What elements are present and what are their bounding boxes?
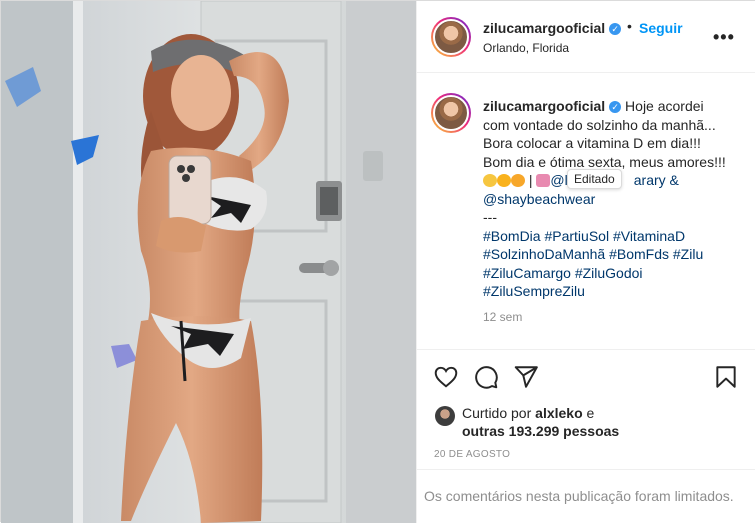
verified-badge-icon: ✓	[609, 101, 622, 113]
liked-by-text: Curtido por alxleko e	[462, 405, 595, 421]
hashtag-line[interactable]: #ZiluCamargo #ZiluGodoi	[483, 264, 745, 283]
post-dialog: zilucamargooficial ✓ • Seguir Orlando, Fl…	[0, 0, 755, 523]
avatar[interactable]	[431, 17, 471, 57]
comments-limited-banner: Os comentários nesta publicação foram li…	[417, 469, 755, 523]
caption-avatar[interactable]	[431, 93, 471, 133]
post-photo[interactable]	[1, 1, 416, 523]
hashtag-line[interactable]: #BomDia #PartiuSol #VitaminaD	[483, 227, 745, 246]
likes-section: Curtido por alxleko e outras 193.299 pes…	[417, 401, 755, 447]
heart-icon[interactable]	[433, 364, 459, 390]
caption-username[interactable]: zilucamargooficial	[483, 98, 605, 114]
username-link[interactable]: zilucamargooficial ✓	[483, 20, 622, 36]
post-date[interactable]: 20 DE AGOSTO	[434, 449, 510, 460]
caption-text: zilucamargooficial ✓ Hoje acordei com von…	[483, 97, 745, 301]
hashtag-line[interactable]: #SolzinhoDaManhã #BomFds #Zilu	[483, 245, 745, 264]
more-options-icon[interactable]: •••	[713, 27, 735, 48]
caption-line: com vontade do solzinho da manhã...	[483, 116, 716, 133]
share-icon[interactable]	[513, 364, 539, 390]
post-header: zilucamargooficial ✓ • Seguir Orlando, Fl…	[417, 1, 755, 73]
mention-link[interactable]: @l	[550, 172, 567, 188]
post-sidebar: zilucamargooficial ✓ • Seguir Orlando, Fl…	[416, 1, 755, 523]
comment-icon[interactable]	[473, 364, 499, 390]
caption-timestamp[interactable]: 12 sem	[483, 310, 522, 324]
bikini-emoji-icon	[536, 174, 551, 187]
action-bar	[417, 349, 755, 403]
follow-button[interactable]: Seguir	[639, 20, 683, 36]
mention-link[interactable]: @shaybeachwear	[483, 190, 745, 209]
mention-link-tail[interactable]: arary &	[634, 172, 679, 188]
verified-badge-icon: ✓	[609, 23, 622, 35]
caption-line: Bom dia e ótima sexta, meus amores!!!	[483, 153, 726, 170]
liker-username[interactable]: alxleko	[535, 405, 582, 421]
sun-emoji-icon	[483, 174, 497, 187]
comments-limited-text: Os comentários nesta publicação foram li…	[424, 488, 734, 504]
caption: zilucamargooficial ✓ Hoje acordei com von…	[417, 73, 755, 349]
kiss-emoji-icon	[511, 174, 525, 187]
liker-avatar[interactable]	[435, 406, 455, 426]
edited-tooltip: Editado	[567, 169, 622, 189]
bookmark-icon[interactable]	[713, 364, 739, 390]
caption-line: Bora colocar a vitamina D em dia!!!	[483, 135, 701, 151]
yellow-heart-emoji-icon	[497, 174, 511, 187]
caption-separator: ---	[483, 209, 497, 225]
caption-line: Hoje acordei	[625, 98, 704, 114]
separator-dot: •	[627, 18, 632, 34]
likes-count-link[interactable]: outras 193.299 pessoas	[462, 423, 619, 439]
hashtag-line[interactable]: #ZiluSempreZilu	[483, 282, 745, 301]
location-link[interactable]: Orlando, Florida	[483, 41, 569, 55]
